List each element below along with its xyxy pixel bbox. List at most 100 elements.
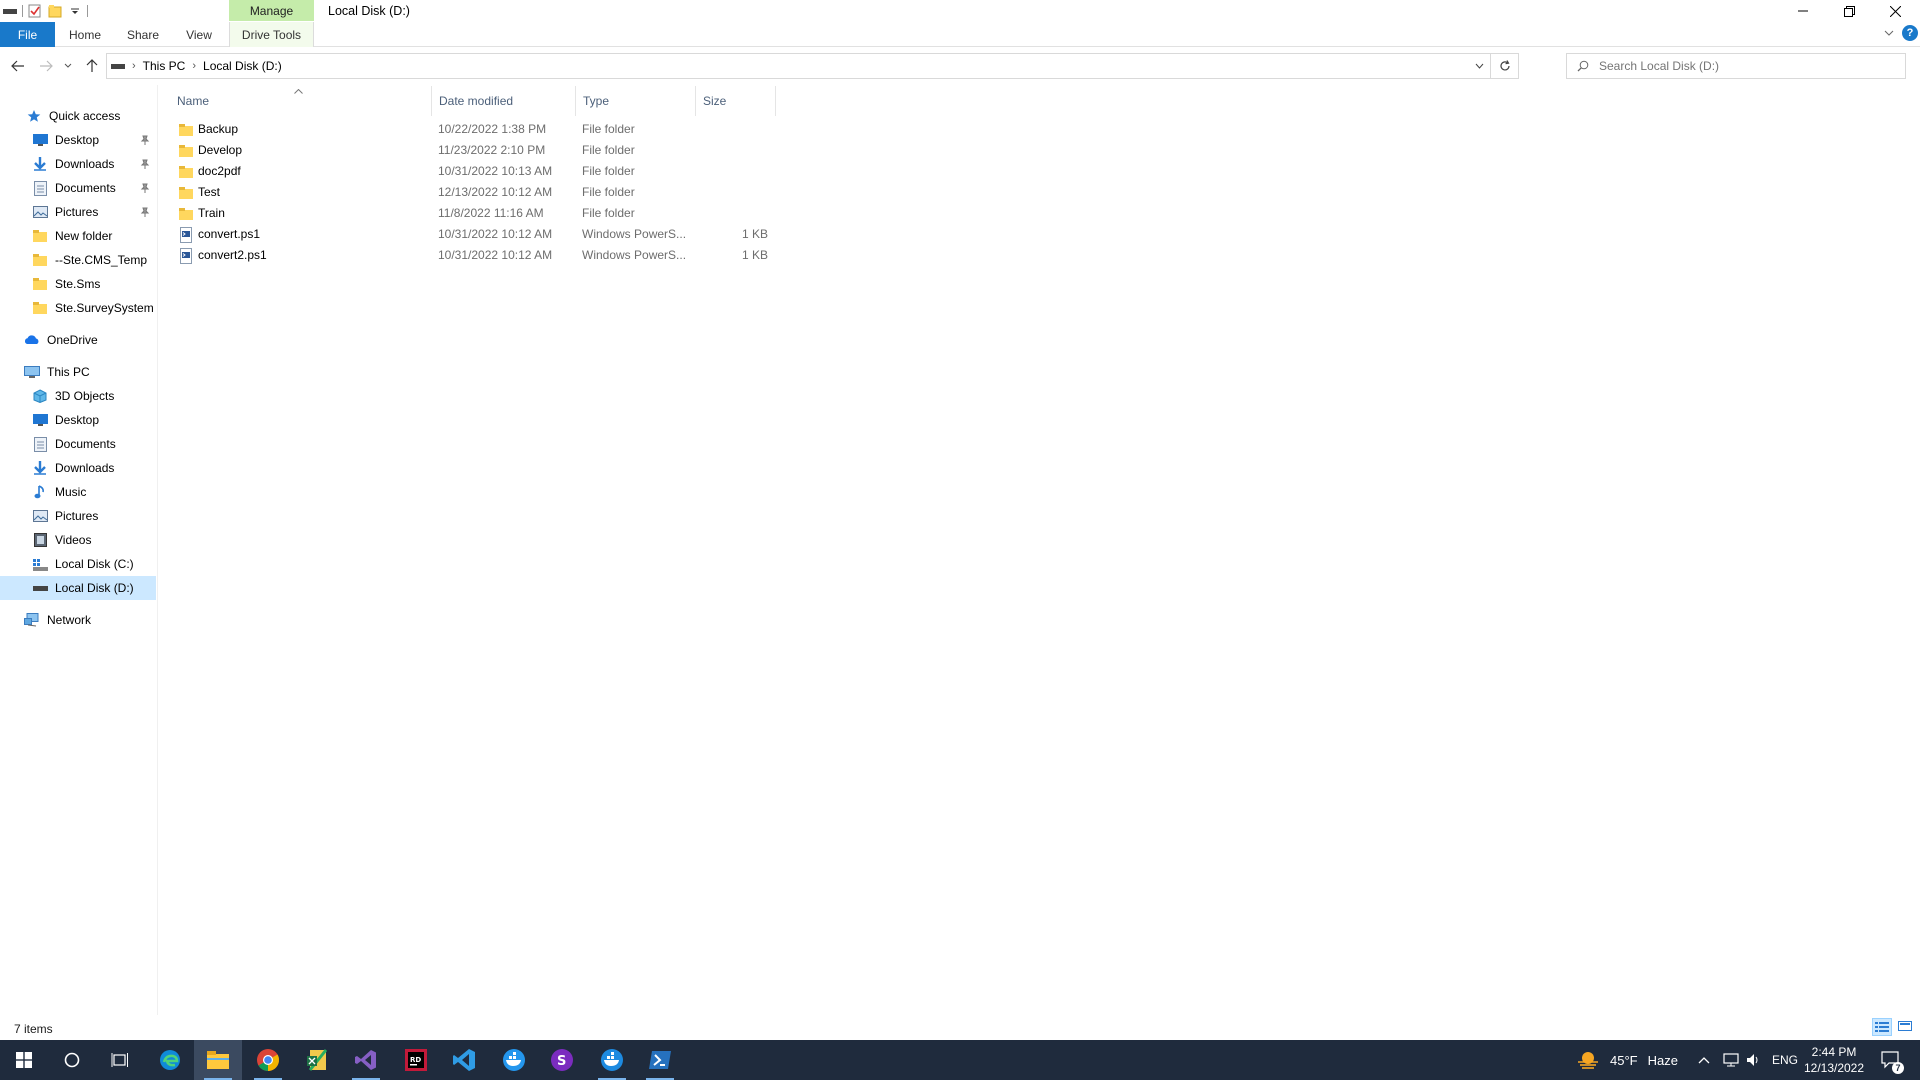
nav-network[interactable]: Network	[24, 608, 156, 632]
tab-view[interactable]: View	[177, 22, 221, 47]
taskbar-excel-app[interactable]	[294, 1040, 342, 1080]
forward-button[interactable]	[36, 56, 56, 76]
pin-icon[interactable]	[138, 205, 152, 219]
window-title: Local Disk (D:)	[328, 4, 410, 18]
file-row-doc2pdf[interactable]: doc2pdf 10/31/2022 10:13 AM File folder	[170, 161, 770, 182]
action-center-button[interactable]: 7	[1878, 1040, 1904, 1080]
start-button[interactable]	[0, 1040, 48, 1080]
file-list: Name Date modified Type Size Backup 10/2…	[170, 86, 1910, 1006]
file-row-backup[interactable]: Backup 10/22/2022 1:38 PM File folder	[170, 119, 770, 140]
nav-qa-downloads[interactable]: Downloads	[32, 152, 156, 176]
column-header-type[interactable]: Type	[576, 86, 696, 116]
search-input[interactable]	[1599, 59, 1889, 73]
nav-item-label: --Ste.CMS_Temp	[55, 253, 148, 267]
nav-this-pc[interactable]: This PC	[24, 360, 156, 384]
expand-ribbon-icon[interactable]	[1884, 26, 1894, 40]
tab-drive-tools[interactable]: Drive Tools	[229, 22, 314, 47]
chevron-right-icon[interactable]: ›	[129, 60, 139, 72]
close-button[interactable]	[1872, 0, 1918, 22]
nav-quick-access[interactable]: Quick access	[26, 104, 156, 128]
task-view-button[interactable]	[96, 1040, 144, 1080]
search-icon	[1577, 60, 1589, 72]
clock[interactable]: 2:44 PM 12/13/2022	[1798, 1044, 1870, 1076]
tab-file[interactable]: File	[0, 22, 55, 47]
edge-icon	[160, 1050, 180, 1070]
breadcrumb-local-disk-d[interactable]: Local Disk (D:)	[199, 59, 286, 73]
breadcrumb-this-pc[interactable]: This PC	[139, 59, 190, 73]
taskbar-rider[interactable]: RD	[392, 1040, 440, 1080]
column-header-name[interactable]: Name	[170, 86, 432, 116]
pin-icon[interactable]	[138, 181, 152, 195]
customize-qat-icon[interactable]	[67, 3, 83, 19]
ribbon-right-controls: ?	[1884, 25, 1918, 41]
refresh-button[interactable]	[1490, 54, 1518, 78]
nav-pc-videos[interactable]: Videos	[32, 528, 156, 552]
taskbar-vscode[interactable]	[440, 1040, 488, 1080]
weather-widget[interactable]: 45°F Haze	[1576, 1040, 1678, 1080]
nav-pc-music[interactable]: Music	[32, 480, 156, 504]
file-row-convert2-ps1[interactable]: convert2.ps1 10/31/2022 10:12 AM Windows…	[170, 245, 770, 266]
file-row-convert-ps1[interactable]: convert.ps1 10/31/2022 10:12 AM Windows …	[170, 224, 770, 245]
show-hidden-icons-button[interactable]	[1698, 1040, 1710, 1080]
nav-qa-pictures[interactable]: Pictures	[32, 200, 156, 224]
nav-qa-ste-surveysystem[interactable]: Ste.SurveySystem	[32, 296, 156, 320]
help-icon[interactable]: ?	[1902, 25, 1918, 41]
nav-pc-local-disk-c[interactable]: Local Disk (C:)	[32, 552, 156, 576]
taskbar-file-explorer[interactable]	[194, 1040, 242, 1080]
nav-pc-local-disk-d[interactable]: Local Disk (D:)	[0, 576, 156, 600]
nav-qa-desktop[interactable]: Desktop	[32, 128, 156, 152]
drive-icon[interactable]	[2, 3, 18, 19]
manage-contextual-tab[interactable]: Manage	[229, 0, 314, 21]
taskbar-docker-2[interactable]	[588, 1040, 636, 1080]
nav-pc-3d-objects[interactable]: 3D Objects	[32, 384, 156, 408]
nav-pc-desktop[interactable]: Desktop	[32, 408, 156, 432]
taskbar-powershell[interactable]	[636, 1040, 684, 1080]
address-dropdown-button[interactable]	[1468, 54, 1490, 78]
drive-icon	[32, 580, 48, 596]
details-view-button[interactable]	[1872, 1018, 1892, 1036]
wired-network-icon	[1723, 1053, 1739, 1067]
taskbar: RD S 45°F Haze ENG 2:44 PM 12/13/2022 7	[0, 1040, 1920, 1080]
nav-pc-pictures[interactable]: Pictures	[32, 504, 156, 528]
file-row-train[interactable]: Train 11/8/2022 11:16 AM File folder	[170, 203, 770, 224]
windows-logo-icon	[16, 1052, 32, 1068]
tab-home[interactable]: Home	[62, 22, 108, 47]
up-button[interactable]	[82, 56, 102, 76]
nav-qa-new-folder[interactable]: New folder	[32, 224, 156, 248]
volume-button[interactable]	[1746, 1040, 1762, 1080]
file-row-test[interactable]: Test 12/13/2022 10:12 AM File folder	[170, 182, 770, 203]
network-status-button[interactable]	[1722, 1040, 1740, 1080]
nav-qa-ste-cms-temp[interactable]: --Ste.CMS_Temp	[32, 248, 156, 272]
new-folder-icon[interactable]	[47, 3, 63, 19]
restore-button[interactable]	[1826, 0, 1872, 22]
minimize-button[interactable]	[1780, 0, 1826, 22]
pin-icon[interactable]	[138, 133, 152, 147]
toolbar-divider	[22, 5, 23, 17]
taskbar-purple-app[interactable]: S	[538, 1040, 586, 1080]
nav-qa-ste-sms[interactable]: Ste.Sms	[32, 272, 156, 296]
file-row-develop[interactable]: Develop 11/23/2022 2:10 PM File folder	[170, 140, 770, 161]
pin-icon[interactable]	[138, 157, 152, 171]
nav-pc-downloads[interactable]: Downloads	[32, 456, 156, 480]
nav-onedrive[interactable]: OneDrive	[24, 328, 156, 352]
column-header-size[interactable]: Size	[696, 86, 776, 116]
properties-icon[interactable]	[27, 3, 43, 19]
tab-share[interactable]: Share	[119, 22, 167, 47]
taskbar-chrome[interactable]	[244, 1040, 292, 1080]
back-button[interactable]	[8, 56, 28, 76]
nav-qa-documents[interactable]: Documents	[32, 176, 156, 200]
address-bar[interactable]: › This PC › Local Disk (D:)	[106, 53, 1519, 79]
chevron-right-icon[interactable]: ›	[189, 60, 199, 72]
taskbar-visual-studio[interactable]	[342, 1040, 390, 1080]
recent-locations-button[interactable]	[62, 56, 74, 76]
search-box[interactable]	[1566, 53, 1906, 79]
search-button[interactable]	[48, 1040, 96, 1080]
taskbar-docker[interactable]	[490, 1040, 538, 1080]
large-icons-view-button[interactable]	[1895, 1018, 1915, 1036]
language-indicator[interactable]: ENG	[1772, 1040, 1798, 1080]
column-header-date[interactable]: Date modified	[432, 86, 576, 116]
nav-pc-documents[interactable]: Documents	[32, 432, 156, 456]
pane-divider[interactable]	[157, 85, 158, 1015]
taskbar-edge[interactable]	[146, 1040, 194, 1080]
nav-item-label: This PC	[47, 365, 90, 379]
